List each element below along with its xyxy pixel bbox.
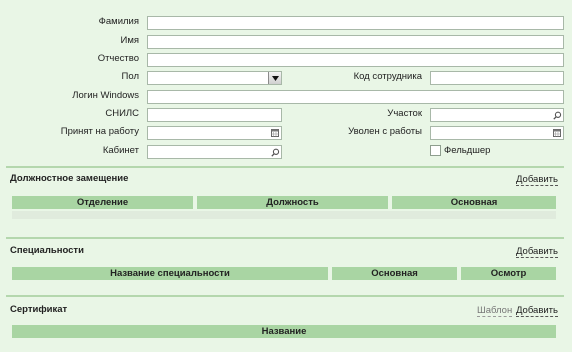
positions-add-link[interactable]: Добавить [516,174,558,186]
section-separator [6,295,564,297]
section-separator [6,166,564,168]
calendar-icon[interactable] [552,128,562,138]
hired-label: Принят на работу [60,126,139,137]
specialties-col-main[interactable]: Основная [332,267,457,280]
employee-code-label: Код сотрудника [353,71,422,82]
magnifier-icon[interactable] [552,110,562,120]
district-input[interactable] [430,108,564,122]
certificate-title: Сертификат [10,304,68,315]
specialties-col-name[interactable]: Название специальности [12,267,328,280]
snils-label: СНИЛС [105,108,139,119]
positions-col-main[interactable]: Основная [392,196,556,209]
certificate-col-name[interactable]: Название [12,325,556,338]
positions-col-position[interactable]: Должность [197,196,388,209]
surname-input[interactable] [147,16,564,30]
paramedic-label: Фельдшер [444,145,491,156]
windows-login-label: Логин Windows [72,90,139,101]
patronymic-input[interactable] [147,53,564,67]
name-input[interactable] [147,35,564,49]
positions-empty-row [12,211,556,219]
magnifier-icon[interactable] [270,147,280,157]
sex-select[interactable] [147,71,282,85]
fired-date-input[interactable] [430,126,564,140]
calendar-icon[interactable] [270,128,280,138]
office-input[interactable] [147,145,282,159]
snils-input[interactable] [147,108,282,122]
windows-login-input[interactable] [147,90,564,104]
office-label: Кабинет [102,145,139,156]
hired-date-input[interactable] [147,126,282,140]
district-label: Участок [387,108,422,119]
name-label: Имя [120,35,139,46]
sex-label: Пол [121,71,139,82]
patronymic-label: Отчество [97,53,139,64]
certificate-template-link[interactable]: Шаблон [477,305,513,317]
positions-col-department[interactable]: Отделение [12,196,193,209]
triangle-down-icon[interactable] [268,72,281,84]
specialties-title: Специальности [10,245,84,256]
fired-label: Уволен с работы [348,126,422,137]
employee-code-input[interactable] [430,71,564,85]
specialties-col-exam[interactable]: Осмотр [461,267,556,280]
paramedic-checkbox[interactable] [430,145,441,156]
specialties-add-link[interactable]: Добавить [516,246,558,258]
certificate-add-link[interactable]: Добавить [516,305,558,317]
positions-title: Должностное замещение [10,173,129,184]
surname-label: Фамилия [98,16,139,27]
section-separator [6,237,564,239]
